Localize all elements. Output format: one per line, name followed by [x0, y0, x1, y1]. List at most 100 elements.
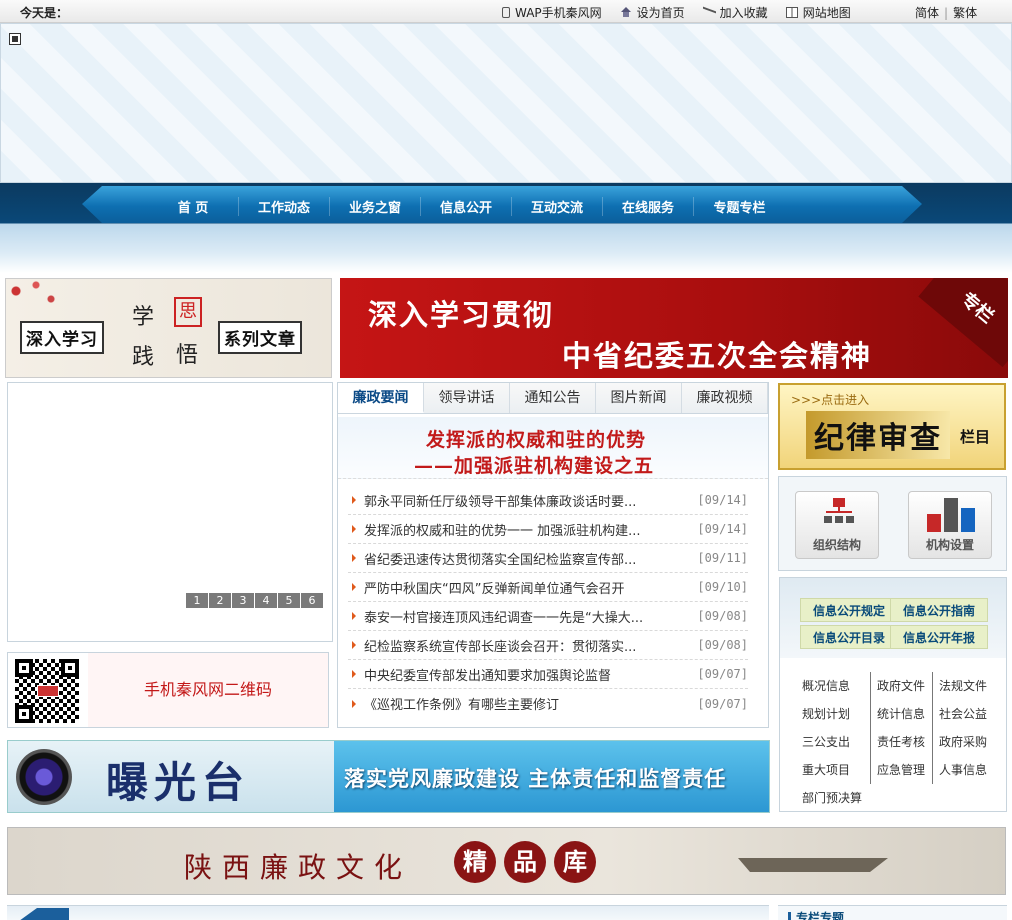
org-structure-label: 组织结构	[812, 538, 861, 552]
slide-page-4[interactable]: 4	[255, 593, 277, 608]
title-bar-marker	[788, 912, 791, 920]
list-item[interactable]: 发挥派的权威和驻的优势一一 加强派驻机构建... [09/14]	[348, 515, 748, 544]
info-guide-button[interactable]: 信息公开指南	[890, 598, 988, 622]
banner-flash-button[interactable]	[9, 33, 21, 45]
slide-page-3[interactable]: 3	[232, 593, 254, 608]
tab-videos[interactable]: 廉政视频	[682, 383, 768, 413]
bookmark-icon	[703, 7, 715, 18]
review-suffix: 栏目	[960, 428, 991, 446]
news-title: 纪检监察系统宣传部长座谈会召开：贯彻落实...	[364, 639, 637, 655]
info-link-overview[interactable]: 概况信息	[802, 672, 870, 700]
org-structure-button[interactable]: 组织结构	[795, 491, 879, 559]
info-link-major-projects[interactable]: 重大项目	[802, 756, 870, 784]
org-setup-button[interactable]: 机构设置	[908, 491, 992, 559]
nav-work-news[interactable]: 工作动态	[239, 197, 330, 216]
arrow-icon	[352, 496, 356, 504]
news-date: [09/08]	[697, 638, 748, 652]
char-jian: 践	[132, 345, 155, 370]
news-date: [09/14]	[697, 493, 748, 507]
news-date: [09/08]	[697, 609, 748, 623]
nav-online-service[interactable]: 在线服务	[603, 197, 694, 216]
simplified-link[interactable]: 简体	[915, 6, 939, 20]
sitemap-link[interactable]: 网站地图	[785, 4, 851, 21]
image-slideshow[interactable]: 1 2 3 4 5 6	[7, 382, 333, 642]
list-item[interactable]: 《巡视工作条例》有哪些主要修订 [09/07]	[348, 689, 748, 718]
header-banner	[0, 23, 1012, 183]
nav-interaction[interactable]: 互动交流	[512, 197, 603, 216]
info-link-personnel[interactable]: 人事信息	[932, 756, 994, 784]
arrow-icon	[352, 554, 356, 562]
tab-photo-news[interactable]: 图片新闻	[596, 383, 682, 413]
list-item[interactable]: 中央纪委宣传部发出通知要求加强舆论监督 [09/07]	[348, 660, 748, 689]
exposure-banner[interactable]: 曝光台 落实党风廉政建设 主体责任和监督责任	[7, 740, 770, 813]
traditional-link[interactable]: 繁体	[953, 6, 977, 20]
headline[interactable]: 发挥派的权威和驻的优势 ——加强派驻机构建设之五	[338, 417, 768, 479]
nav-home[interactable]: 首 页	[148, 197, 239, 216]
slideshow-pager: 1 2 3 4 5 6	[186, 593, 323, 608]
news-date: [09/11]	[697, 551, 748, 565]
camera-lens-icon	[16, 749, 72, 805]
info-catalog-button[interactable]: 信息公开目录	[800, 625, 898, 649]
nav-special-topics[interactable]: 专题专栏	[694, 197, 785, 216]
info-link-statistics[interactable]: 统计信息	[870, 700, 932, 728]
culture-banner[interactable]: 陕西廉政文化 精 品 库	[7, 827, 1006, 895]
section-tag	[19, 908, 69, 920]
info-link-budget[interactable]: 部门预决算	[802, 784, 902, 812]
news-title: 发挥派的权威和驻的优势一一 加强派驻机构建...	[364, 523, 641, 539]
arrow-icon	[352, 641, 356, 649]
news-title: 泰安一村官接连顶风违纪调查一一先是“大操大...	[364, 610, 644, 626]
banner-line-2: 中省纪委五次全会精神	[562, 339, 873, 373]
set-homepage-link[interactable]: 设为首页	[620, 4, 685, 21]
tab-leader-speeches[interactable]: 领导讲话	[424, 383, 510, 413]
phone-icon	[502, 7, 510, 18]
language-switch: 简体 | 繁体	[915, 4, 977, 21]
list-item[interactable]: 纪检监察系统宣传部长座谈会召开：贯彻落实... [09/08]	[348, 631, 748, 660]
org-box: 组织结构 机构设置	[778, 476, 1007, 571]
mobile-qr-box[interactable]: 手机秦风网二维码	[7, 652, 329, 728]
info-link-regulations[interactable]: 法规文件	[932, 672, 994, 700]
org-chart-icon	[824, 498, 854, 528]
headline-line-2: ——加强派驻机构建设之五	[414, 455, 655, 477]
tab-notices[interactable]: 通知公告	[510, 383, 596, 413]
arrow-icon	[352, 699, 356, 708]
plenary-spirit-banner[interactable]: 深入学习贯彻 中省纪委五次全会精神 专栏	[340, 278, 1008, 378]
news-list: 郭永平同新任厅级领导干部集体廉政谈话时要... [09/14] 发挥派的权威和驻的…	[348, 486, 748, 718]
slide-page-6[interactable]: 6	[301, 593, 323, 608]
info-rules-button[interactable]: 信息公开规定	[800, 598, 898, 622]
add-bookmark-link[interactable]: 加入收藏	[703, 4, 768, 21]
info-link-gov-docs[interactable]: 政府文件	[870, 672, 932, 700]
bar-chart-icon	[927, 496, 975, 532]
lang-separator: |	[944, 6, 949, 20]
info-link-public-welfare[interactable]: 社会公益	[932, 700, 994, 728]
slide-page-1[interactable]: 1	[186, 593, 208, 608]
qr-code-icon	[15, 659, 79, 723]
tab-clean-gov-news[interactable]: 廉政要闻	[338, 383, 424, 413]
info-link-planning[interactable]: 规划计划	[802, 700, 870, 728]
info-link-three-public-spending[interactable]: 三公支出	[802, 728, 870, 756]
info-link-emergency[interactable]: 应急管理	[870, 756, 932, 784]
list-item[interactable]: 泰安一村官接连顶风违纪调查一一先是“大操大... [09/08]	[348, 602, 748, 631]
news-date: [09/10]	[697, 580, 748, 594]
slide-page-2[interactable]: 2	[209, 593, 231, 608]
char-wu: 悟	[176, 343, 199, 368]
info-annual-report-button[interactable]: 信息公开年报	[890, 625, 988, 649]
news-date: [09/07]	[697, 667, 748, 681]
discipline-review-banner[interactable]: >>>点击进入 纪律审查 栏目	[778, 383, 1006, 470]
slide-page-5[interactable]: 5	[278, 593, 300, 608]
home-icon	[620, 7, 632, 18]
info-public-header: 信息公开规定 信息公开指南 信息公开目录 信息公开年报	[780, 578, 1006, 658]
study-series-banner[interactable]: 深入学习 学 思 践 悟 系列文章	[5, 278, 332, 378]
info-link-procurement[interactable]: 政府采购	[932, 728, 994, 756]
review-title: 纪律审查	[806, 411, 950, 459]
exposure-left: 曝光台	[8, 741, 334, 812]
main-nav: 首 页 工作动态 业务之窗 信息公开 互动交流 在线服务 专题专栏	[82, 186, 922, 223]
nav-info-public[interactable]: 信息公开	[421, 197, 512, 216]
list-item[interactable]: 严防中秋国庆“四风”反弹新闻单位通气会召开 [09/10]	[348, 573, 748, 602]
news-title: 郭永平同新任厅级领导干部集体廉政谈话时要...	[364, 494, 637, 510]
arrow-icon	[352, 583, 356, 591]
wap-link[interactable]: WAP手机秦风网	[502, 4, 602, 21]
nav-business[interactable]: 业务之窗	[330, 197, 421, 216]
list-item[interactable]: 郭永平同新任厅级领导干部集体廉政谈话时要... [09/14]	[348, 486, 748, 515]
list-item[interactable]: 省纪委迅速传达贯彻落实全国纪检监察宣传部... [09/11]	[348, 544, 748, 573]
info-link-accountability[interactable]: 责任考核	[870, 728, 932, 756]
